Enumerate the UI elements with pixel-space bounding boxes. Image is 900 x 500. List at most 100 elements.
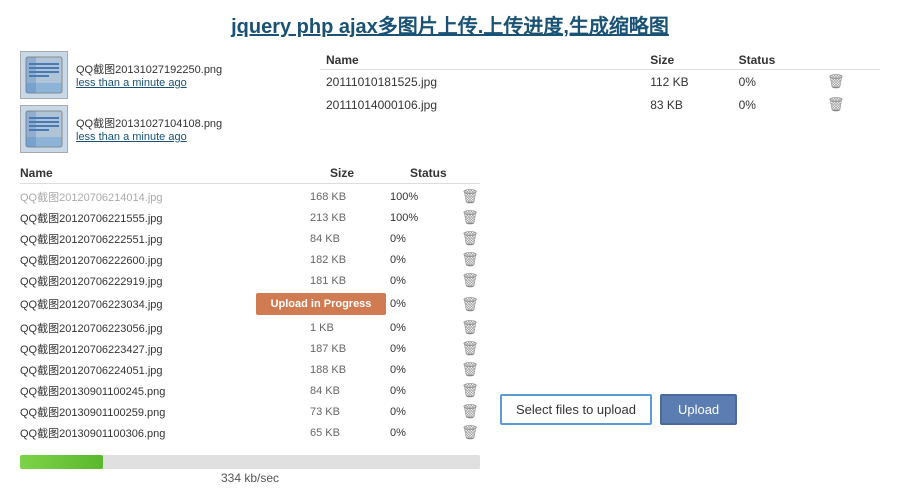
file-name: QQ截图20120706222600.jpg [20, 252, 310, 268]
uploaded-row: 20111014000106.jpg 83 KB 0% 🗑 [320, 93, 880, 116]
file-name: QQ截图20120706223427.jpg [20, 341, 310, 357]
delete-icon[interactable]: 🗑 [827, 73, 845, 89]
list-item: QQ截图20120706223427.jpg 187 KB 0% 🗑 [20, 338, 480, 359]
preview-section: QQ截图20131027192250.png less than a minut… [20, 51, 300, 153]
delete-icon[interactable]: 🗑 [461, 424, 479, 440]
file-name: QQ截图20120706223034.jpg [20, 296, 256, 312]
delete-icon[interactable]: 🗑 [461, 319, 479, 335]
upload-button[interactable]: Upload [660, 394, 737, 425]
file-status: 0% [390, 322, 460, 334]
file-name: QQ截图20120706214014.jpg [20, 189, 310, 205]
delete-icon[interactable]: 🗑 [461, 209, 479, 225]
file-status: 100% [390, 191, 460, 203]
file-name: QQ截图20130901100306.png [20, 425, 310, 441]
uploaded-cell-action[interactable]: 🗑 [821, 93, 880, 116]
preview-thumb-1 [20, 105, 68, 153]
file-action[interactable]: 🗑 [460, 319, 480, 336]
uploaded-cell-size: 112 KB [644, 70, 732, 94]
file-name: QQ截图20120706222551.jpg [20, 231, 310, 247]
file-size: 84 KB [310, 233, 390, 245]
uploaded-col-action [821, 51, 880, 70]
file-status: 100% [390, 212, 460, 224]
list-item: QQ截图20130901100245.png 84 KB 0% 🗑 [20, 380, 480, 401]
uploaded-col-status: Status [733, 51, 821, 70]
delete-icon[interactable]: 🗑 [461, 403, 479, 419]
progress-fill [20, 455, 103, 469]
file-status: 0% [390, 275, 460, 287]
uploaded-cell-name: 20111010181525.jpg [320, 70, 644, 94]
file-size: 182 KB [310, 254, 390, 266]
file-size: 73 KB [310, 406, 390, 418]
uploaded-cell-status: 0% [733, 70, 821, 94]
select-files-button[interactable]: Select files to upload [500, 394, 652, 425]
delete-icon[interactable]: 🗑 [461, 230, 479, 246]
uploaded-cell-name: 20111014000106.jpg [320, 93, 644, 116]
uploaded-col-name: Name [320, 51, 644, 70]
action-buttons: Select files to upload Upload [500, 394, 880, 425]
col-size-header: Size [330, 166, 410, 180]
uploaded-cell-action[interactable]: 🗑 [821, 70, 880, 94]
uploaded-file-table: Name Size Status 20111010181525.jpg 112 … [320, 51, 880, 116]
file-size: 65 KB [310, 427, 390, 439]
file-status: 0% [390, 364, 460, 376]
file-action[interactable]: 🗑 [460, 361, 480, 378]
list-item: QQ截图20120706223034.jpg Upload in Progres… [20, 291, 480, 317]
file-size: 213 KB [310, 212, 390, 224]
col-name-header: Name [20, 166, 330, 180]
file-list: QQ截图20120706214014.jpg 168 KB 100% 🗑 QQ截… [20, 186, 480, 443]
preview-time-0: less than a minute ago [76, 77, 222, 89]
file-size: 181 KB [310, 275, 390, 287]
list-item: QQ截图20120706222551.jpg 84 KB 0% 🗑 [20, 228, 480, 249]
file-action[interactable]: 🗑 [460, 188, 480, 205]
upload-in-progress-bar: Upload in Progress [256, 293, 386, 315]
list-item: QQ截图20120706222919.jpg 181 KB 0% 🗑 [20, 270, 480, 291]
delete-icon[interactable]: 🗑 [461, 251, 479, 267]
file-action[interactable]: 🗑 [460, 272, 480, 289]
file-size: 1 KB [310, 322, 390, 334]
list-item: QQ截图20120706224051.jpg 188 KB 0% 🗑 [20, 359, 480, 380]
uploaded-row: 20111010181525.jpg 112 KB 0% 🗑 [320, 70, 880, 94]
delete-icon[interactable]: 🗑 [461, 361, 479, 377]
preview-item-0: QQ截图20131027192250.png less than a minut… [20, 51, 300, 99]
file-action[interactable]: 🗑 [460, 209, 480, 226]
delete-icon[interactable]: 🗑 [461, 296, 479, 312]
file-name: QQ截图20120706221555.jpg [20, 210, 310, 226]
uploaded-cell-size: 83 KB [644, 93, 732, 116]
file-name: QQ截图20130901100245.png [20, 383, 310, 399]
file-action[interactable]: 🗑 [460, 230, 480, 247]
file-status: 0% [390, 254, 460, 266]
preview-info-0: QQ截图20131027192250.png less than a minut… [76, 61, 222, 89]
file-status: 0% [390, 406, 460, 418]
list-item: QQ截图20120706221555.jpg 213 KB 100% 🗑 [20, 207, 480, 228]
file-status: 0% [390, 298, 460, 310]
file-status: 0% [390, 385, 460, 397]
delete-icon[interactable]: 🗑 [461, 188, 479, 204]
delete-icon[interactable]: 🗑 [461, 340, 479, 356]
file-size: 84 KB [310, 385, 390, 397]
list-item: QQ截图20130901100306.png 65 KB 0% 🗑 [20, 422, 480, 443]
file-action[interactable]: 🗑 [460, 340, 480, 357]
file-action[interactable]: 🗑 [460, 403, 480, 420]
preview-item-1: QQ截图20131027104108.png less than a minut… [20, 105, 300, 153]
delete-icon[interactable]: 🗑 [827, 96, 845, 112]
file-action[interactable]: 🗑 [460, 251, 480, 268]
col-status-header: Status [410, 166, 480, 180]
uploaded-table-section: Name Size Status 20111010181525.jpg 112 … [320, 51, 880, 153]
file-action[interactable]: 🗑 [460, 424, 480, 441]
delete-icon[interactable]: 🗑 [461, 382, 479, 398]
speed-label: 334 kb/sec [20, 471, 480, 485]
file-action[interactable]: 🗑 [460, 296, 480, 313]
file-name: QQ截图20120706222919.jpg [20, 273, 310, 289]
file-size: 188 KB [310, 364, 390, 376]
uploaded-cell-status: 0% [733, 93, 821, 116]
file-list-header: Name Size Status [20, 163, 480, 184]
file-status: 0% [390, 427, 460, 439]
delete-icon[interactable]: 🗑 [461, 272, 479, 288]
file-action[interactable]: 🗑 [460, 382, 480, 399]
preview-name-1: QQ截图20131027104108.png [76, 115, 222, 131]
list-item: QQ截图20120706222600.jpg 182 KB 0% 🗑 [20, 249, 480, 270]
file-status: 0% [390, 233, 460, 245]
file-name: QQ截图20120706224051.jpg [20, 362, 310, 378]
file-status: 0% [390, 343, 460, 355]
file-list-panel: Name Size Status QQ截图20120706214014.jpg … [20, 163, 480, 485]
